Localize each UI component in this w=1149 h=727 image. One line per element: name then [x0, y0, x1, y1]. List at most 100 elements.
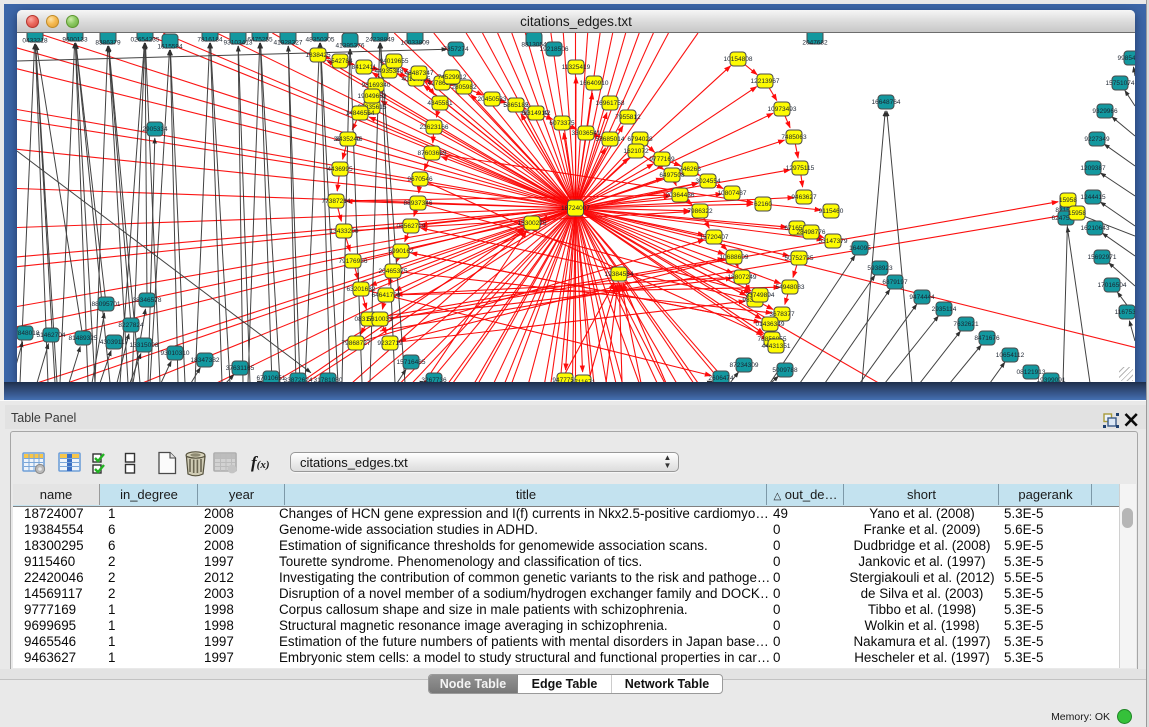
svg-text:88095701: 88095701	[92, 301, 121, 308]
svg-text:3435240: 3435240	[335, 136, 361, 143]
svg-text:98169340: 98169340	[362, 82, 391, 89]
svg-text:53147379: 53147379	[819, 238, 848, 245]
svg-text:7485063: 7485063	[781, 134, 807, 141]
svg-text:13315098: 13315098	[130, 342, 159, 349]
svg-text:7986322: 7986322	[687, 208, 713, 215]
svg-text:6879197: 6879197	[882, 279, 908, 286]
svg-text:44431351: 44431351	[762, 343, 791, 350]
svg-text:16033809: 16033809	[401, 40, 430, 47]
svg-text:7357274: 7357274	[443, 46, 469, 53]
svg-text:6794028: 6794028	[627, 136, 653, 143]
svg-text:81489325: 81489325	[69, 335, 98, 342]
svg-text:51462704: 51462704	[37, 332, 66, 339]
svg-text:62160: 62160	[754, 201, 772, 208]
svg-text:79176936: 79176936	[339, 258, 368, 265]
svg-text:87234309: 87234309	[730, 362, 759, 369]
svg-text:8412411: 8412411	[352, 64, 377, 71]
svg-text:8227824: 8227824	[118, 322, 144, 329]
svg-text:10973493: 10973493	[768, 106, 797, 113]
svg-text:1209387: 1209387	[1080, 165, 1106, 172]
svg-text:2047682: 2047682	[802, 40, 828, 47]
svg-text:7816184: 7816184	[197, 37, 223, 44]
svg-text:18807249: 18807249	[728, 274, 757, 281]
svg-text:164095: 164095	[849, 245, 871, 252]
svg-text:9463627: 9463627	[791, 194, 817, 201]
svg-text:38346578: 38346578	[133, 297, 162, 304]
svg-text:16210643: 16210643	[1081, 225, 1110, 232]
svg-text:9670546: 9670546	[407, 176, 433, 183]
svg-text:9600133: 9600133	[62, 37, 88, 44]
svg-text:10154808: 10154808	[724, 56, 753, 63]
svg-text:43487347: 43487347	[405, 70, 434, 77]
svg-text:9474444: 9474444	[909, 294, 935, 301]
svg-text:10654112: 10654112	[996, 352, 1025, 359]
svg-text:87603669: 87603669	[418, 150, 447, 157]
svg-text:24238849: 24238849	[366, 37, 395, 44]
svg-text:1615594: 1615594	[157, 44, 183, 51]
svg-text:6497508: 6497508	[659, 172, 685, 179]
svg-text:10807487: 10807487	[718, 190, 747, 197]
svg-text:3024554: 3024554	[695, 178, 721, 185]
svg-text:5310033: 5310033	[367, 316, 393, 323]
svg-text:2935114: 2935114	[932, 306, 957, 313]
svg-text:15720407: 15720407	[700, 234, 729, 241]
svg-text:2905334: 2905334	[142, 126, 168, 133]
svg-text:6990162: 6990162	[388, 248, 414, 255]
svg-text:50752735: 50752735	[785, 255, 814, 262]
svg-text:37631165: 37631165	[226, 365, 255, 372]
svg-text:6073375: 6073375	[549, 120, 575, 127]
svg-text:1244415: 1244415	[1080, 194, 1106, 201]
svg-text:77387214: 77387214	[322, 198, 351, 205]
svg-text:19049663: 19049663	[358, 93, 387, 100]
svg-text:19218506: 19218506	[540, 46, 569, 53]
svg-text:9115460: 9115460	[819, 208, 844, 215]
svg-text:16640910: 16640910	[580, 80, 609, 87]
svg-text:20465375: 20465375	[379, 268, 408, 275]
svg-text:12213967: 12213967	[751, 78, 780, 85]
svg-text:54948083: 54948083	[776, 284, 805, 291]
svg-text:99854353: 99854353	[1118, 55, 1135, 62]
svg-text:94019655: 94019655	[380, 58, 409, 65]
svg-text:2805982: 2805982	[451, 84, 477, 91]
svg-text:12975115: 12975115	[786, 165, 815, 172]
svg-text:6475255: 6475255	[247, 37, 273, 44]
svg-text:3542784: 3542784	[327, 58, 353, 65]
svg-text:79868727: 79868727	[342, 340, 371, 347]
svg-text:43039117: 43039117	[100, 339, 129, 346]
svg-text:18347382: 18347382	[191, 357, 220, 364]
svg-text:58685014: 58685014	[596, 136, 625, 143]
svg-text:44935348: 44935348	[375, 68, 404, 75]
svg-text:14846564: 14846564	[346, 110, 375, 117]
svg-text:15958: 15958	[1059, 197, 1077, 204]
svg-text:41928327: 41928327	[274, 40, 303, 47]
svg-text:7632621: 7632621	[953, 321, 979, 328]
svg-text:02654235: 02654235	[131, 37, 160, 44]
svg-text:74529912: 74529912	[438, 74, 467, 81]
svg-text:16648764: 16648764	[872, 99, 901, 106]
svg-text:20364436: 20364436	[666, 192, 695, 199]
svg-text:19384554: 19384554	[605, 271, 634, 278]
svg-text:48350305: 48350305	[306, 37, 335, 44]
svg-text:5938923: 5938923	[867, 265, 893, 272]
svg-text:9329966: 9329966	[1092, 108, 1118, 115]
svg-text:08121913: 08121913	[1017, 369, 1046, 376]
svg-text:9227349: 9227349	[1084, 136, 1110, 143]
svg-text:23623166: 23623166	[420, 124, 449, 131]
svg-text:33749894: 33749894	[746, 292, 775, 299]
svg-text:10688609: 10688609	[720, 254, 749, 261]
svg-text:1621072: 1621072	[623, 148, 649, 155]
svg-text:15716485: 15716485	[397, 359, 426, 366]
svg-text:7955812: 7955812	[615, 114, 641, 121]
svg-text:11325419: 11325419	[562, 64, 591, 71]
svg-text:0433218: 0433218	[22, 38, 48, 45]
svg-text:9232719: 9232719	[377, 340, 403, 347]
svg-text:06562729: 06562729	[397, 223, 426, 230]
svg-text:17016504: 17016504	[1098, 282, 1127, 289]
svg-text:8386379: 8386379	[95, 40, 121, 47]
svg-text:28498776: 28498776	[797, 229, 826, 236]
svg-text:93010310: 93010310	[161, 350, 190, 357]
svg-text:9777169: 9777169	[649, 156, 675, 163]
svg-text:18724007: 18724007	[561, 205, 590, 212]
svg-text:9314919: 9314919	[523, 110, 549, 117]
svg-text:15751074: 15751074	[1106, 80, 1135, 87]
